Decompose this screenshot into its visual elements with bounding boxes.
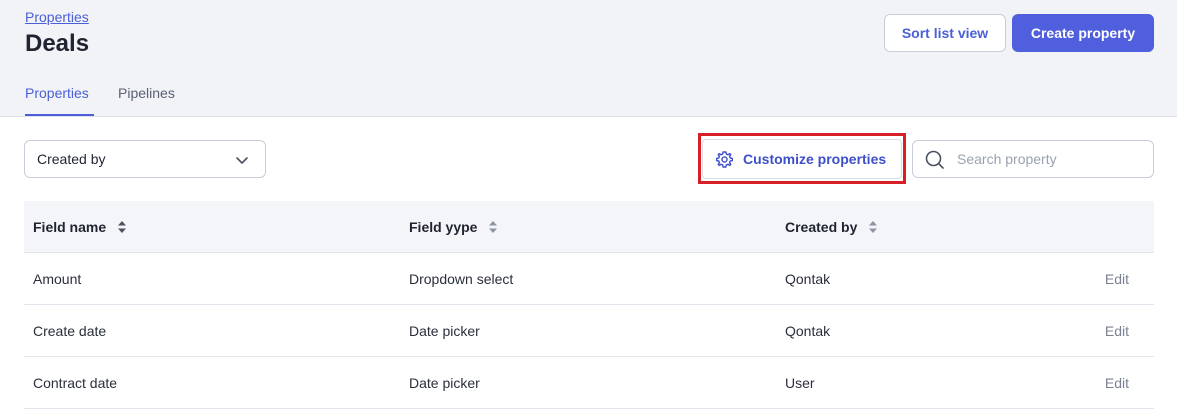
create-property-button[interactable]: Create property	[1012, 14, 1154, 52]
search-icon	[925, 150, 944, 169]
created-by-cell: Qontak	[785, 271, 831, 287]
search-property-input[interactable]	[957, 149, 1143, 169]
field-type-cell: Dropdown select	[409, 271, 514, 287]
page-title: Deals	[25, 30, 90, 57]
created-by-cell: User	[785, 375, 815, 391]
gear-icon	[715, 150, 734, 168]
edit-link[interactable]: Edit	[1105, 375, 1129, 391]
column-header-created-by[interactable]: Created by	[785, 219, 878, 235]
customize-properties-label: Customize properties	[743, 151, 887, 167]
field-type-cell: Date picker	[409, 375, 480, 391]
column-header-label: Field name	[33, 219, 107, 235]
column-header-label: Field yype	[409, 219, 478, 235]
table-row: Contract date Date picker User Edit	[24, 357, 1154, 409]
customize-properties-button[interactable]: Customize properties	[702, 139, 902, 179]
edit-link[interactable]: Edit	[1105, 271, 1129, 287]
table-header: Field name Field yype Created by	[24, 201, 1154, 253]
table-row: Create date Date picker Qontak Edit	[24, 305, 1154, 357]
search-property-box	[912, 140, 1154, 178]
sort-icon	[869, 221, 878, 233]
breadcrumb-properties[interactable]: Properties	[25, 9, 89, 25]
tab-properties[interactable]: Properties	[25, 85, 89, 101]
column-header-field-type[interactable]: Field yype	[409, 219, 498, 235]
created-by-filter-select[interactable]: Created by	[24, 140, 266, 178]
page-header: Properties Deals Sort list view Create p…	[0, 0, 1177, 117]
sort-list-view-button[interactable]: Sort list view	[884, 14, 1006, 52]
column-header-label: Created by	[785, 219, 858, 235]
tab-pipelines[interactable]: Pipelines	[118, 85, 175, 101]
field-type-cell: Date picker	[409, 323, 480, 339]
field-name-cell: Create date	[33, 323, 107, 339]
table-row: Amount Dropdown select Qontak Edit	[24, 253, 1154, 305]
sort-icon	[118, 221, 127, 233]
chevron-down-icon	[236, 157, 248, 164]
column-header-field-name[interactable]: Field name	[33, 219, 127, 235]
field-name-cell: Contract date	[33, 375, 118, 391]
field-name-cell: Amount	[33, 271, 82, 287]
created-by-cell: Qontak	[785, 323, 831, 339]
sort-icon	[489, 221, 498, 233]
filter-select-value: Created by	[37, 151, 106, 167]
edit-link[interactable]: Edit	[1105, 323, 1129, 339]
